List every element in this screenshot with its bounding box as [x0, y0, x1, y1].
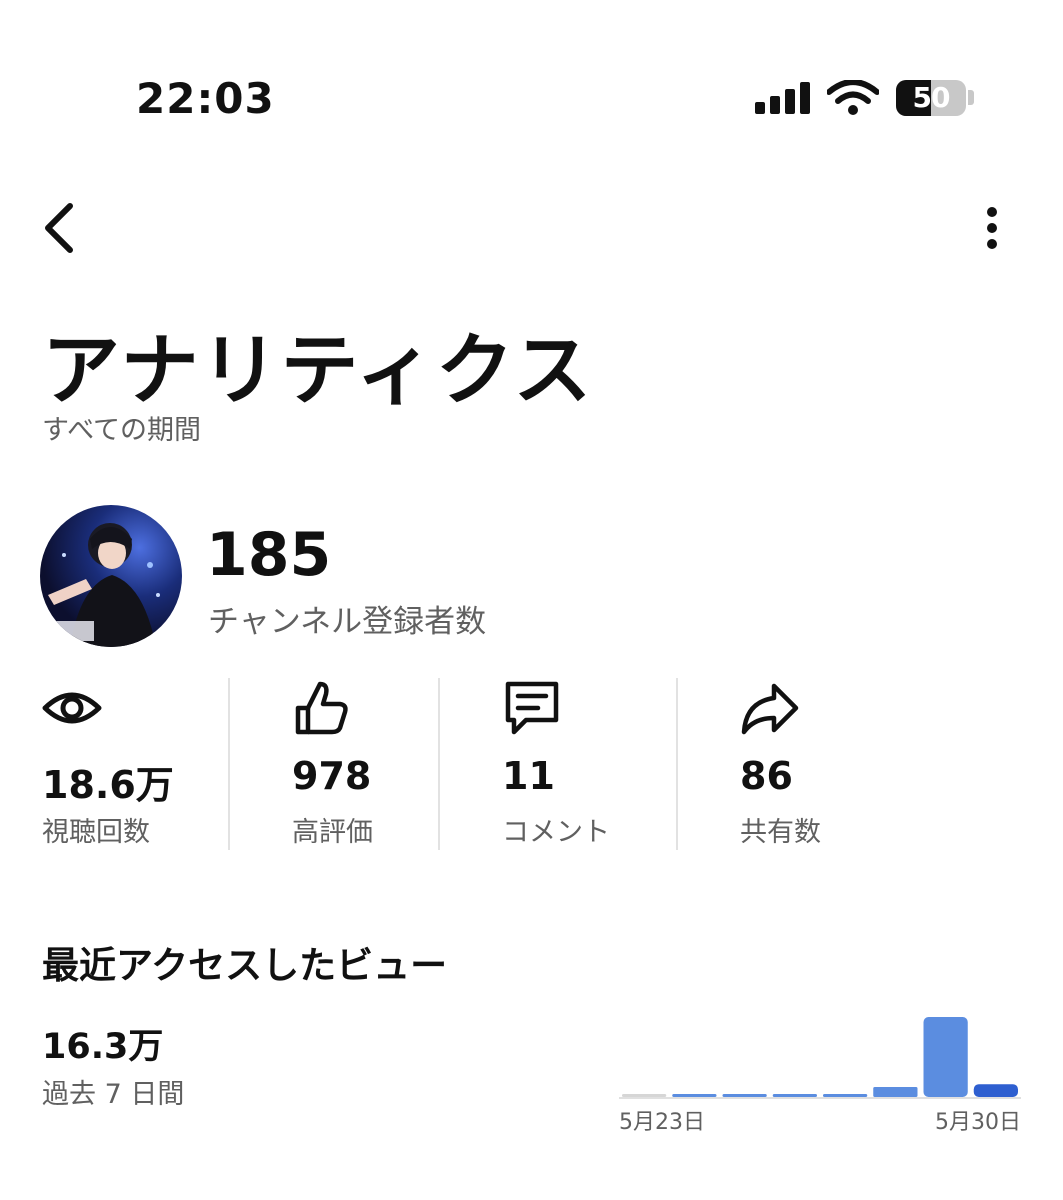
period-label: すべての期間	[42, 415, 202, 446]
divider	[228, 678, 230, 850]
chart-bar	[823, 1094, 868, 1097]
page-title: アナリティクス	[42, 326, 594, 416]
more-vert-icon	[987, 207, 997, 249]
chart-bar	[973, 1084, 1018, 1097]
battery-nub	[968, 90, 974, 105]
chevron-left-icon	[45, 203, 73, 253]
chart-bar	[722, 1094, 767, 1097]
stat-views[interactable]: 18.6万 視聴回数	[42, 678, 222, 850]
wifi-icon	[827, 80, 879, 115]
stat-label: 共有数	[740, 817, 821, 848]
x-tick-label: 5月23日	[619, 1110, 705, 1135]
subscriber-count: 185	[206, 520, 332, 590]
chart-bar	[923, 1017, 968, 1097]
recent-views-chart[interactable]: 5月23日 5月30日	[615, 1005, 1025, 1140]
stat-label: 高評価	[292, 817, 373, 848]
stat-value: 86	[740, 754, 793, 798]
battery-level: 50	[912, 81, 951, 114]
channel-avatar	[40, 505, 182, 647]
chart-bar	[672, 1094, 717, 1097]
chart-bar	[873, 1087, 918, 1097]
back-button[interactable]	[34, 196, 90, 260]
stat-value: 18.6万	[42, 763, 174, 807]
stat-comments[interactable]: 11 コメント	[502, 678, 672, 850]
subscriber-label: チャンネル登録者数	[208, 604, 487, 640]
share-icon	[741, 683, 799, 735]
eye-icon	[42, 692, 102, 724]
cellular-signal-icon	[755, 82, 811, 114]
status-time: 22:03	[136, 74, 275, 123]
chart-bar	[622, 1094, 667, 1097]
stat-shares[interactable]: 86 共有数	[740, 678, 910, 850]
recent-views-title: 最近アクセスしたビュー	[42, 944, 448, 987]
recent-views-period: 過去 7 日間	[42, 1079, 185, 1110]
divider	[676, 678, 678, 850]
divider	[438, 678, 440, 850]
battery-icon: 50	[896, 80, 966, 116]
stat-value: 978	[292, 754, 372, 798]
x-tick-label: 5月30日	[935, 1110, 1021, 1135]
chart-bar	[772, 1094, 817, 1097]
stat-value: 11	[502, 754, 555, 798]
more-options-button[interactable]	[972, 200, 1012, 256]
stat-likes[interactable]: 978 高評価	[292, 678, 432, 850]
thumbs-up-icon	[295, 681, 348, 735]
stat-label: コメント	[502, 817, 610, 848]
stat-label: 視聴回数	[42, 817, 150, 848]
comment-icon	[505, 681, 559, 735]
recent-views-value: 16.3万	[42, 1027, 164, 1067]
